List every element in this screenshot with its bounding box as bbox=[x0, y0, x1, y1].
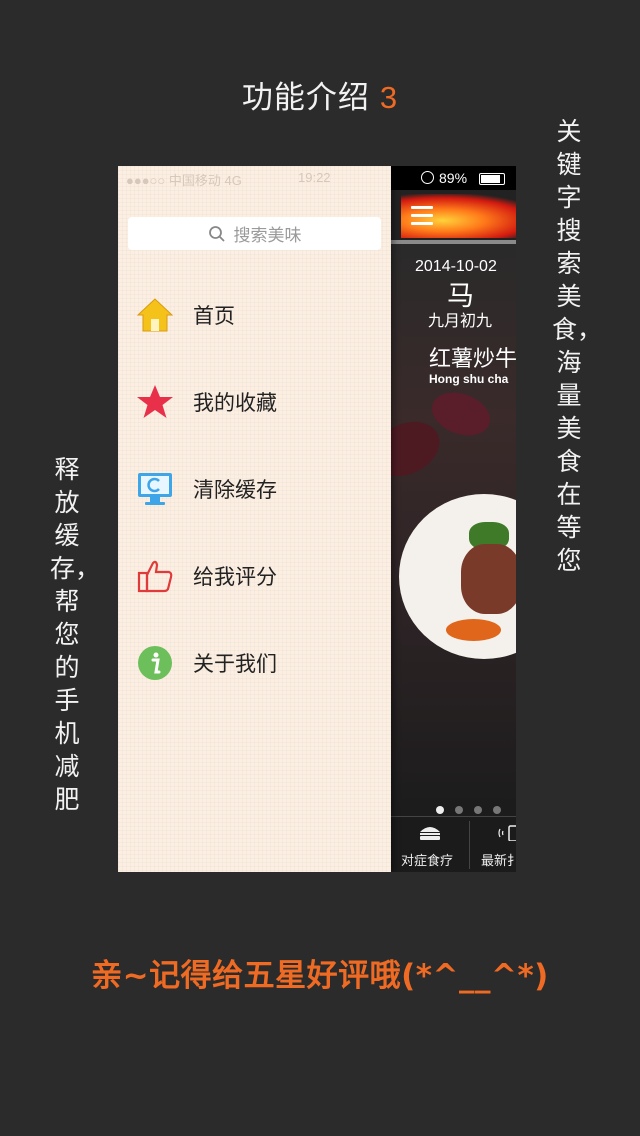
star-icon bbox=[136, 383, 174, 421]
carrier-text: ●●●○○ 中国移动 4G bbox=[126, 173, 242, 188]
page-number: 3 bbox=[379, 80, 399, 115]
menu-item-clear-cache[interactable]: 清除缓存 bbox=[136, 469, 277, 509]
phone-screenshot: ●●●○○ 中国移动 4G 19:22 搜索美味 首页 我的收藏 清除缓存 给我… bbox=[118, 166, 516, 872]
page-title-text: 功能介绍 bbox=[241, 80, 370, 116]
phone-icon bbox=[498, 825, 516, 841]
status-bar: ●●●○○ 中国移动 4G 19:22 bbox=[126, 170, 331, 189]
menu-item-home[interactable]: 首页 bbox=[136, 295, 235, 335]
nav-bar bbox=[391, 190, 516, 240]
page-title: 功能介绍 3 bbox=[0, 72, 640, 117]
menu-item-about[interactable]: 关于我们 bbox=[136, 643, 277, 683]
tab-latest[interactable]: 最新扌 bbox=[470, 817, 516, 872]
menu-label-favorites: 我的收藏 bbox=[193, 391, 277, 415]
home-icon bbox=[136, 296, 174, 334]
status-time: 19:22 bbox=[298, 170, 331, 185]
page-dot bbox=[493, 806, 501, 814]
alarm-icon bbox=[421, 171, 434, 184]
caption-search-feature: 关键字搜索美食，海量美食在等您 bbox=[552, 117, 603, 575]
carrot bbox=[446, 619, 501, 641]
caption-cache-feature: 释放缓存，帮您的手机减肥 bbox=[50, 455, 101, 814]
info-icon bbox=[136, 644, 174, 682]
menu-label-rate: 给我评分 bbox=[193, 565, 277, 589]
menu-label-about: 关于我们 bbox=[193, 652, 277, 676]
monitor-icon bbox=[136, 470, 174, 508]
search-icon bbox=[208, 225, 225, 242]
dish-pinyin: Hong shu cha bbox=[429, 372, 509, 386]
menu-item-favorites[interactable]: 我的收藏 bbox=[136, 382, 277, 422]
dish-title: 红薯炒牛 bbox=[429, 347, 516, 372]
hamburger-menu-icon[interactable] bbox=[411, 206, 433, 230]
menu-label-home: 首页 bbox=[193, 304, 235, 328]
thumbs-up-icon bbox=[136, 557, 174, 595]
burger-icon bbox=[420, 827, 440, 840]
tab-label: 最新扌 bbox=[481, 854, 516, 869]
beef bbox=[461, 544, 516, 614]
side-drawer: ●●●○○ 中国移动 4G 19:22 搜索美味 首页 我的收藏 清除缓存 给我… bbox=[118, 166, 391, 872]
tab-label: 对症食疗 bbox=[401, 854, 454, 869]
menu-label-clear-cache: 清除缓存 bbox=[193, 478, 277, 502]
tab-bar: 对症食疗 最新扌 bbox=[391, 816, 516, 872]
search-input[interactable]: 搜索美味 bbox=[128, 217, 381, 250]
battery-percent: 89% bbox=[439, 170, 468, 186]
tab-diet-therapy[interactable]: 对症食疗 bbox=[391, 817, 469, 872]
page-dot bbox=[474, 806, 482, 814]
rating-request: 亲~记得给五星好评哦(*^__^*) bbox=[91, 958, 549, 994]
search-placeholder: 搜索美味 bbox=[233, 226, 302, 246]
page-dot bbox=[436, 806, 444, 814]
battery-icon bbox=[479, 173, 505, 185]
page-dot bbox=[455, 806, 463, 814]
main-status-bar: 89% bbox=[391, 166, 516, 190]
main-view: 89% 2014-10-02 马 九月初九 红薯炒牛 Hong shu cha bbox=[391, 166, 516, 872]
menu-item-rate[interactable]: 给我评分 bbox=[136, 556, 277, 596]
lunar-date-label: 九月初九 bbox=[428, 311, 493, 330]
